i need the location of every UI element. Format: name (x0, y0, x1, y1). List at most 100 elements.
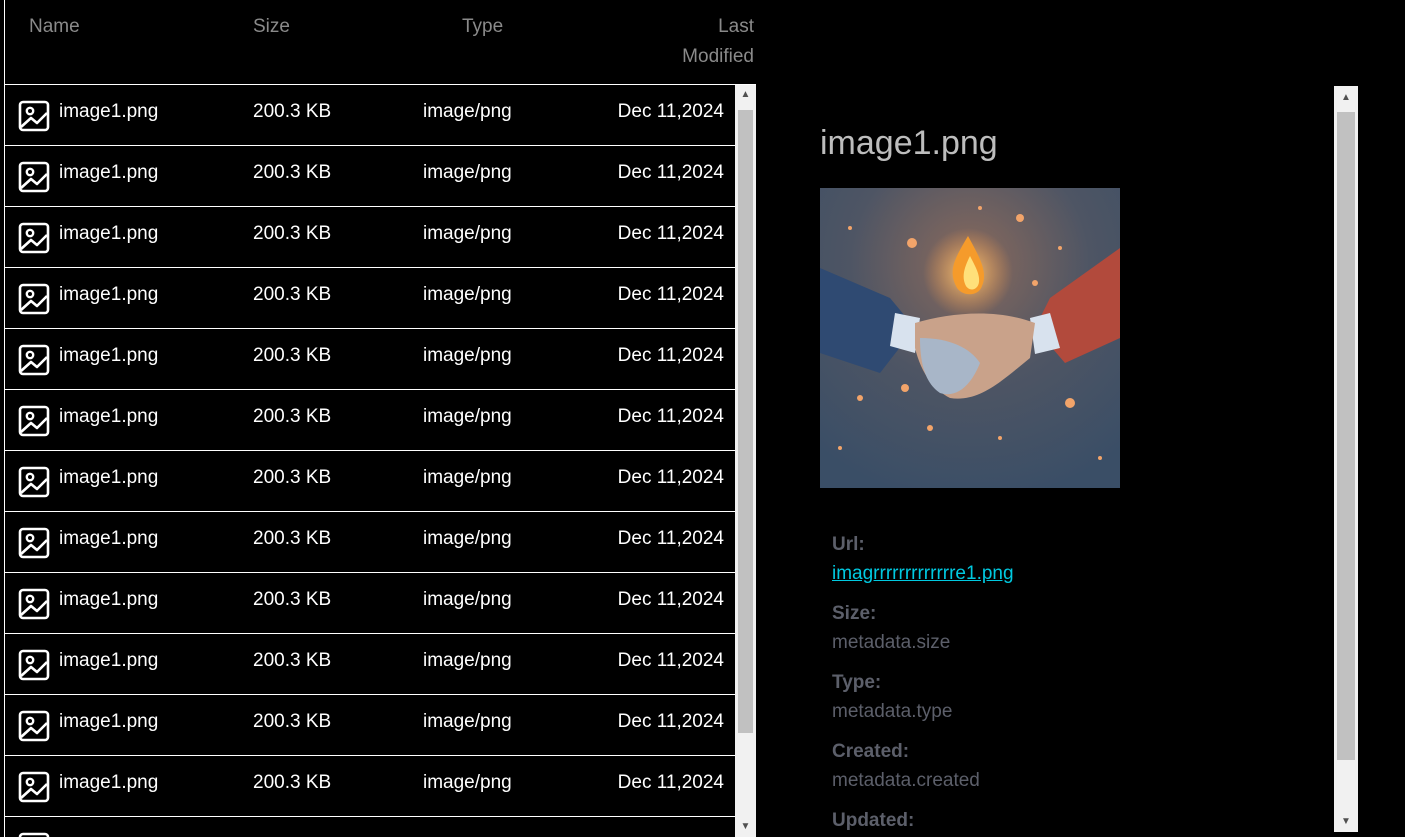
file-row[interactable]: image1.png 200.3 KB image/png Dec 11,2024 (5, 695, 735, 756)
updated-label: Updated: (832, 810, 915, 831)
image-file-icon (18, 344, 50, 376)
file-size: 200.3 KB (253, 223, 332, 244)
details-scrollbar[interactable]: ▲ ▼ (1334, 86, 1358, 832)
file-modified: Dec 11,2024 (617, 467, 724, 488)
file-row[interactable]: image1.png 200.3 KB image/png Dec 11,2024 (5, 146, 735, 207)
file-details-panel: image1.png Url: imagrrrrrrrrrrrrre1.png … (760, 86, 1334, 837)
image-file-icon (18, 527, 50, 559)
file-row[interactable]: image1.png 200.3 KB image/png Dec 11,2024 (5, 85, 735, 146)
file-type: image/png (423, 345, 512, 366)
file-type: image/png (423, 711, 512, 732)
file-modified: Dec 11,2024 (617, 162, 724, 183)
created-label: Created: (832, 741, 910, 762)
column-header-last-modified-line1: Last (718, 16, 754, 37)
file-modified: Dec 11,2024 (617, 284, 724, 305)
file-modified: Dec 11,2024 (617, 223, 724, 244)
image-file-icon (18, 771, 50, 803)
file-size: 200.3 KB (253, 711, 332, 732)
file-type: image/png (423, 101, 512, 122)
file-size: 200.3 KB (253, 101, 332, 122)
file-type: image/png (423, 589, 512, 610)
file-row[interactable]: image1.png 200.3 KB image/png Dec 11,2024 (5, 512, 735, 573)
file-name: image1.png (59, 528, 159, 549)
file-type: image/png (423, 650, 512, 671)
file-size: 200.3 KB (253, 589, 332, 610)
file-row[interactable] (5, 817, 735, 837)
file-name: image1.png (59, 101, 159, 122)
handshake-flame-illustration-icon (820, 188, 1120, 488)
file-name: image1.png (59, 406, 159, 427)
scroll-down-arrow-icon[interactable]: ▼ (735, 819, 756, 835)
file-row[interactable]: image1.png 200.3 KB image/png Dec 11,2024 (5, 451, 735, 512)
scrollbar-thumb[interactable] (1337, 112, 1355, 760)
file-modified: Dec 11,2024 (617, 528, 724, 549)
file-size: 200.3 KB (253, 467, 332, 488)
file-name: image1.png (59, 650, 159, 671)
file-size: 200.3 KB (253, 284, 332, 305)
file-type: image/png (423, 467, 512, 488)
file-name: image1.png (59, 162, 159, 183)
scroll-up-arrow-icon[interactable]: ▲ (735, 87, 756, 103)
size-label: Size: (832, 603, 877, 624)
file-type: image/png (423, 284, 512, 305)
file-size: 200.3 KB (253, 345, 332, 366)
file-row[interactable]: image1.png 200.3 KB image/png Dec 11,2024 (5, 634, 735, 695)
file-modified: Dec 11,2024 (617, 345, 724, 366)
image-file-icon (18, 588, 50, 620)
file-table-header: Name Size Type Last Modified (4, 0, 756, 85)
file-modified: Dec 11,2024 (617, 711, 724, 732)
file-size: 200.3 KB (253, 772, 332, 793)
image-file-icon (18, 832, 50, 837)
image-file-icon (18, 710, 50, 742)
file-name: image1.png (59, 223, 159, 244)
file-size: 200.3 KB (253, 406, 332, 427)
file-row[interactable]: image1.png 200.3 KB image/png Dec 11,2024 (5, 207, 735, 268)
scroll-down-arrow-icon[interactable]: ▼ (1334, 814, 1358, 830)
file-name: image1.png (59, 284, 159, 305)
image-file-icon (18, 222, 50, 254)
file-type: image/png (423, 162, 512, 183)
column-header-size[interactable]: Size (253, 12, 290, 42)
column-header-name[interactable]: Name (29, 12, 80, 42)
file-type: image/png (423, 223, 512, 244)
details-title: image1.png (820, 124, 998, 162)
image-file-icon (18, 161, 50, 193)
file-row[interactable]: image1.png 200.3 KB image/png Dec 11,2024 (5, 390, 735, 451)
file-name: image1.png (59, 467, 159, 488)
file-row[interactable]: image1.png 200.3 KB image/png Dec 11,2024 (5, 268, 735, 329)
file-row[interactable]: image1.png 200.3 KB image/png Dec 11,2024 (5, 329, 735, 390)
image-file-icon (18, 466, 50, 498)
file-modified: Dec 11,2024 (617, 650, 724, 671)
scroll-up-arrow-icon[interactable]: ▲ (1334, 90, 1358, 106)
file-modified: Dec 11,2024 (617, 772, 724, 793)
file-name: image1.png (59, 589, 159, 610)
file-row[interactable]: image1.png 200.3 KB image/png Dec 11,2024 (5, 756, 735, 817)
file-type: image/png (423, 772, 512, 793)
file-modified: Dec 11,2024 (617, 406, 724, 427)
file-size: 200.3 KB (253, 528, 332, 549)
scrollbar-thumb[interactable] (738, 110, 753, 733)
image-file-icon (18, 100, 50, 132)
created-value: metadata.created (832, 770, 980, 791)
image-file-icon (18, 283, 50, 315)
image-file-icon (18, 649, 50, 681)
file-modified: Dec 11,2024 (617, 101, 724, 122)
url-link[interactable]: imagrrrrrrrrrrrrre1.png (832, 561, 1292, 587)
file-name: image1.png (59, 345, 159, 366)
image-file-icon (18, 405, 50, 437)
file-size: 200.3 KB (253, 650, 332, 671)
column-header-last-modified-line2: Modified (682, 46, 754, 67)
file-type: image/png (423, 528, 512, 549)
file-name: image1.png (59, 772, 159, 793)
column-header-type[interactable]: Type (462, 12, 503, 42)
type-label: Type: (832, 672, 882, 693)
size-value: metadata.size (832, 632, 951, 653)
file-size: 200.3 KB (253, 162, 332, 183)
file-modified: Dec 11,2024 (617, 589, 724, 610)
file-type: image/png (423, 406, 512, 427)
file-row[interactable]: image1.png 200.3 KB image/png Dec 11,2024 (5, 573, 735, 634)
file-name: image1.png (59, 711, 159, 732)
file-list-scrollbar[interactable]: ▲ ▼ (735, 85, 756, 837)
column-header-last-modified[interactable]: Last Modified (682, 12, 754, 72)
url-label: Url: (832, 534, 865, 555)
